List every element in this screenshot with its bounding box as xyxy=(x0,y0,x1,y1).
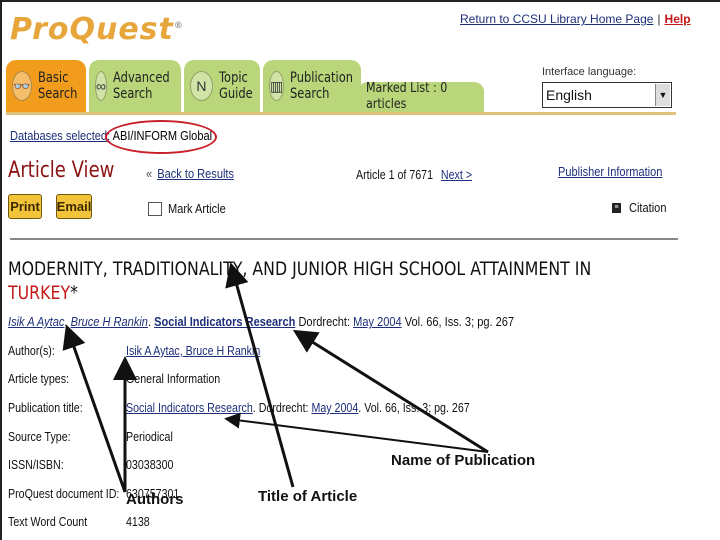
return-home-link[interactable]: Return to CCSU Library Home Page xyxy=(460,12,653,26)
author-link[interactable]: Bruce H Rankin xyxy=(71,314,148,329)
field-label: Source Type: xyxy=(8,429,71,444)
publication-link[interactable]: Social Indicators Research xyxy=(154,314,295,329)
proquest-logo[interactable]: ProQuest® xyxy=(10,12,184,47)
authors-value-link[interactable]: Isik A Aytac, Bruce H Rankin xyxy=(126,343,260,358)
back-to-results: « Back to Results xyxy=(146,166,234,181)
separator: , xyxy=(64,314,68,329)
field-value: Periodical xyxy=(126,429,173,444)
publisher-information-link[interactable]: Publisher Information xyxy=(558,164,662,179)
glasses-icon: 👓 xyxy=(12,71,32,101)
mark-article-label: Mark Article xyxy=(168,201,226,216)
citation-link[interactable]: ≡ Citation xyxy=(612,200,673,215)
email-button[interactable]: Email xyxy=(56,194,92,219)
tab-publication-search[interactable]: ▥ Publication Search xyxy=(263,60,361,112)
document-icon: ≡ xyxy=(612,202,621,213)
field-label: Author(s): xyxy=(8,343,55,358)
article-counter: Article 1 of 7671 Next > xyxy=(356,167,472,182)
issue-info: Vol. 66, Iss. 3; pg. 267 xyxy=(404,314,515,329)
annotation-title-of-article: Title of Article xyxy=(258,488,358,505)
next-link[interactable]: Next > xyxy=(441,167,472,182)
tab-topic-guide[interactable]: N Topic Guide xyxy=(184,60,260,112)
logo-text: ProQuest xyxy=(10,12,174,47)
author-link[interactable]: Isik A Aytac xyxy=(8,314,64,329)
highlight-oval xyxy=(105,120,217,154)
registered-mark: ® xyxy=(173,21,184,31)
tab-label: Publication Search xyxy=(290,70,354,102)
marked-list-label: Marked List : 0 articles xyxy=(366,81,448,112)
language-value: English xyxy=(546,87,592,103)
article-count-text: Article 1 of 7671 xyxy=(356,167,434,182)
tab-label: Advanced Search xyxy=(112,70,170,102)
dropdown-arrow-icon[interactable]: ▼ xyxy=(655,84,670,106)
field-label: ProQuest document ID: xyxy=(8,486,120,501)
title-footnote-mark: * xyxy=(70,282,78,304)
databases-selected-link[interactable]: Databases selected: xyxy=(10,128,110,143)
tab-label: Basic Search xyxy=(37,70,78,102)
title-country: TURKEY xyxy=(8,282,71,304)
link-separator: | xyxy=(657,12,661,26)
interface-language-label: Interface language: xyxy=(542,66,637,78)
issue-date-link[interactable]: May 2004 xyxy=(353,314,402,329)
field-label: Publication title: xyxy=(8,400,83,415)
annotation-name-of-publication: Name of Publication xyxy=(391,452,536,469)
field-value: 03038300 xyxy=(126,457,174,472)
tab-basic-search[interactable]: 👓 Basic Search xyxy=(6,60,86,112)
help-link[interactable]: Help xyxy=(665,12,691,26)
publication-title-link[interactable]: Social Indicators Research xyxy=(126,400,253,415)
mark-article-checkbox[interactable] xyxy=(148,201,162,216)
mark-article[interactable]: Mark Article xyxy=(148,201,236,216)
knot-icon: ∞ xyxy=(95,71,107,101)
field-value: General Information xyxy=(126,371,221,386)
field-value: 4138 xyxy=(126,514,150,529)
book-icon: ▥ xyxy=(269,71,285,101)
top-links: Return to CCSU Library Home Page | Help xyxy=(460,12,691,26)
issue-date-link[interactable]: May 2004 xyxy=(311,400,358,415)
interface-language-select[interactable]: English ▼ xyxy=(542,82,672,108)
field-label: Article types: xyxy=(8,371,70,386)
byline: Isik A Aytac, Bruce H Rankin. Social Ind… xyxy=(8,314,515,329)
back-to-results-link[interactable]: Back to Results xyxy=(157,166,234,181)
title-text: MODERNITY, TRADITIONALITY, AND JUNIOR HI… xyxy=(8,258,592,280)
field-label: ISSN/ISBN: xyxy=(8,457,64,472)
issue-info: . Vol. 66, Iss. 3; pg. 267 xyxy=(358,400,470,415)
publication-place: Dordrecht: xyxy=(298,314,351,329)
annotation-authors: Authors xyxy=(126,491,184,508)
compass-icon: N xyxy=(190,71,213,101)
page-title: Article View xyxy=(8,158,115,183)
divider xyxy=(10,238,678,240)
article-title: MODERNITY, TRADITIONALITY, AND JUNIOR HI… xyxy=(8,257,639,305)
tab-label: Topic Guide xyxy=(218,70,253,102)
publication-place: . Dordrecht: xyxy=(252,400,312,415)
tab-advanced-search[interactable]: ∞ Advanced Search xyxy=(89,60,181,112)
field-label: Text Word Count xyxy=(8,514,88,529)
print-button[interactable]: Print xyxy=(8,194,42,219)
citation-label: Citation xyxy=(629,200,667,215)
tab-underline xyxy=(6,112,676,115)
back-chevron-icon: « xyxy=(146,166,153,181)
tab-marked-list[interactable]: Marked List : 0 articles xyxy=(358,81,484,112)
field-value: Social Indicators Research. Dordrecht: M… xyxy=(126,400,470,415)
